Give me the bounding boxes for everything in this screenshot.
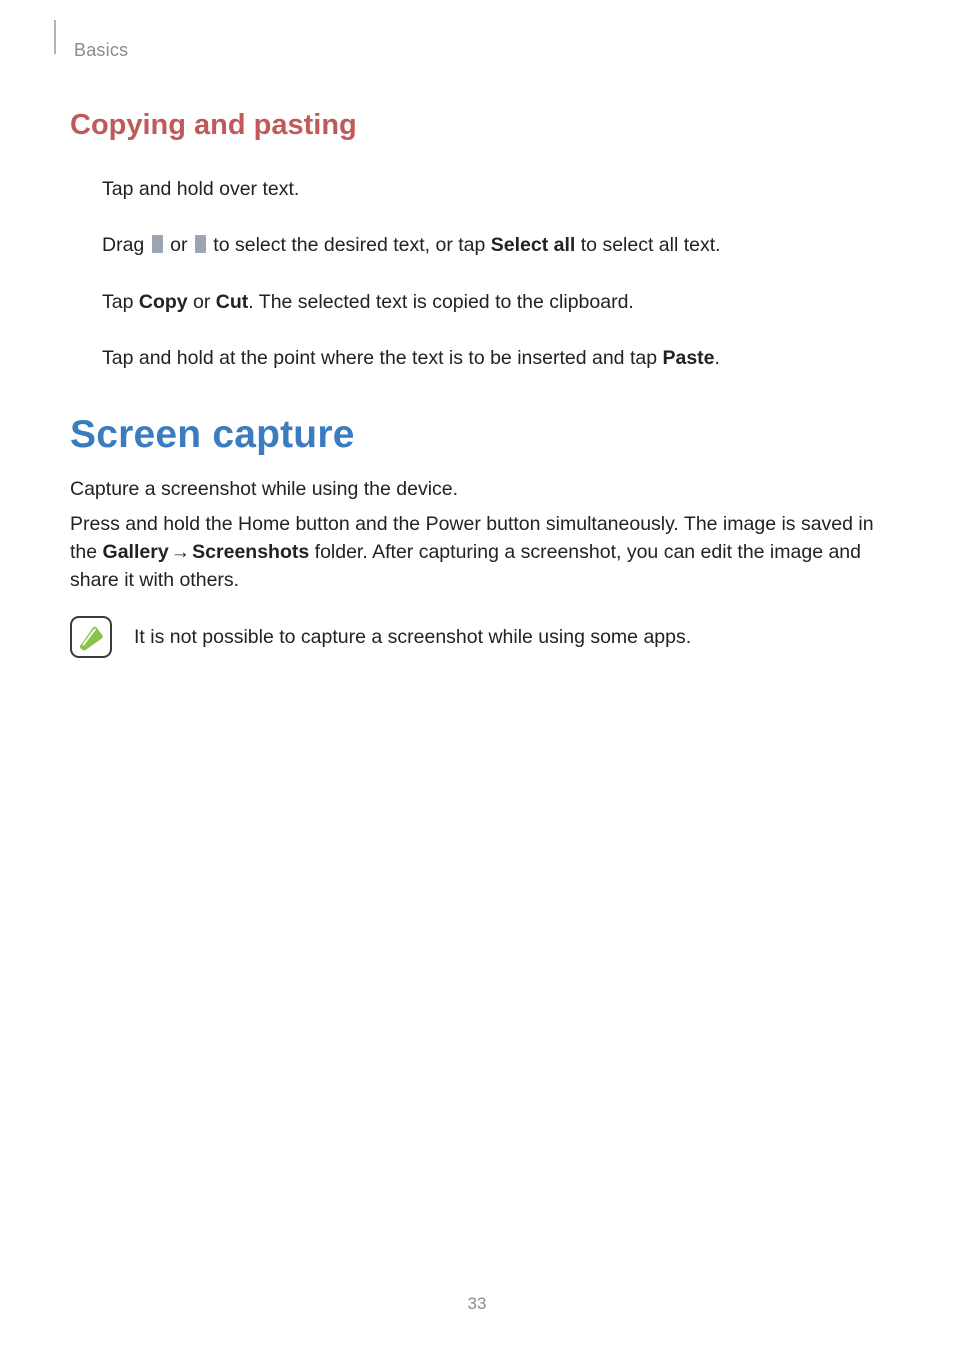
header-rule [54,20,56,54]
step-1: Tap and hold over text. [102,176,884,202]
step-2: Drag or to select the desired text, or t… [102,232,884,258]
section-heading-copying: Copying and pasting [70,109,884,142]
step-4: Tap and hold at the point where the text… [102,345,884,371]
paragraph-intro: Capture a screenshot while using the dev… [70,475,884,503]
note-callout: It is not possible to capture a screensh… [70,616,884,658]
bold-paste: Paste [662,347,714,369]
step-text: to select the desired text, or tap [208,234,491,256]
bold-copy: Copy [139,291,188,313]
step-text: Tap and hold at the point where the text… [102,347,662,369]
breadcrumb: Basics [74,40,884,61]
step-text: . The selected text is copied to the cli… [248,291,634,313]
bold-gallery: Gallery [103,541,169,563]
document-page: Basics Copying and pasting Tap and hold … [0,0,954,1350]
steps-list: Tap and hold over text. Drag or to selec… [102,176,884,371]
step-text: or [188,291,216,313]
selection-handle-right-icon [195,235,206,253]
bold-select-all: Select all [491,234,576,256]
step-text: or [165,234,193,256]
section-heading-screen-capture: Screen capture [70,413,884,457]
bold-cut: Cut [216,291,249,313]
selection-handle-left-icon [152,235,163,253]
paragraph-instructions: Press and hold the Home button and the P… [70,510,884,595]
step-3: Tap Copy or Cut. The selected text is co… [102,289,884,315]
page-number: 33 [0,1294,954,1314]
note-text: It is not possible to capture a screensh… [134,624,691,651]
step-text: Drag [102,234,150,256]
step-text: to select all text. [575,234,720,256]
bold-screenshots: Screenshots [192,541,309,563]
step-text: . [715,347,720,369]
step-text: Tap [102,291,139,313]
note-icon [70,616,112,658]
arrow-icon: → [169,538,193,566]
step-text: Tap and hold over text. [102,178,299,200]
